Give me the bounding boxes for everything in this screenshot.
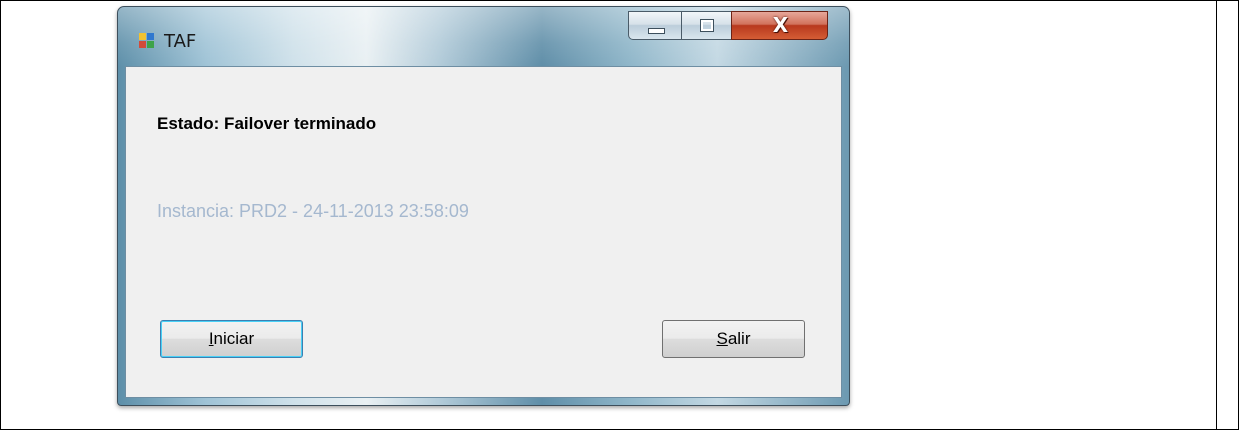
app-window-icon [139,33,156,50]
close-button[interactable]: X [731,11,828,40]
start-button[interactable]: Iniciar [160,320,303,358]
client-area: Estado: Failover terminado Instancia: PR… [125,66,842,398]
title-bar[interactable]: TAF X [118,7,849,67]
exit-button[interactable]: Salir [662,320,805,358]
document-rule [1216,1,1217,429]
exit-button-label: alir [727,329,751,348]
status-label: Estado: Failover terminado [157,114,377,133]
exit-button-accelerator: S [716,329,728,348]
close-icon: X [772,13,789,37]
minimize-button[interactable] [628,11,682,40]
maximize-button[interactable] [681,11,732,40]
window-title: TAF [164,31,197,52]
maximize-icon [700,19,714,32]
start-button-label: niciar [213,329,255,348]
taf-window: TAF X Estado: Failover terminado Instanc… [117,6,850,406]
minimize-icon [648,28,665,34]
instance-label: Instancia: PRD2 - 24-11-2013 23:58:09 [157,201,469,221]
caption-buttons: X [628,11,835,44]
